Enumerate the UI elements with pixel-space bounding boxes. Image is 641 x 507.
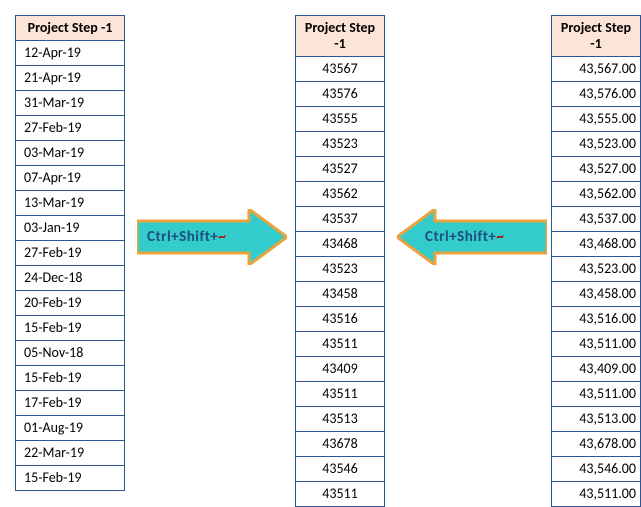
shortcut-label-right: Ctrl+Shift+~ <box>137 209 287 265</box>
table-row: 20-Feb-19 <box>16 291 125 316</box>
shortcut-text: Ctrl+Shift+ <box>147 228 218 246</box>
table-row: 43537 <box>296 207 385 232</box>
table-row: 43516 <box>296 307 385 332</box>
table-row: 43,511.00 <box>552 382 641 407</box>
header-formatted: Project Step -1 <box>552 16 641 57</box>
table-row: 31-Mar-19 <box>16 91 125 116</box>
table-row: 43511 <box>296 382 385 407</box>
table-row: 43,546.00 <box>552 457 641 482</box>
column-dates: Project Step -1 12-Apr-19 21-Apr-19 31-M… <box>15 15 125 491</box>
table-row: 43546 <box>296 457 385 482</box>
table-row: 12-Apr-19 <box>16 41 125 66</box>
table-row: 07-Apr-19 <box>16 166 125 191</box>
table-row: 24-Dec-18 <box>16 266 125 291</box>
table-row: 27-Feb-19 <box>16 116 125 141</box>
table-row: 43,511.00 <box>552 482 641 507</box>
table-row: 43523 <box>296 257 385 282</box>
table-row: 43555 <box>296 107 385 132</box>
table-row: 01-Aug-19 <box>16 416 125 441</box>
table-row: 43,523.00 <box>552 132 641 157</box>
table-row: 43,555.00 <box>552 107 641 132</box>
tilde-icon: ~ <box>496 228 504 246</box>
table-row: 03-Jan-19 <box>16 216 125 241</box>
table-formatted: Project Step -1 43,567.00 43,576.00 43,5… <box>551 15 641 507</box>
shortcut-text: Ctrl+Shift+ <box>425 228 496 246</box>
table-row: 43458 <box>296 282 385 307</box>
table-row: 43678 <box>296 432 385 457</box>
table-row: 43,576.00 <box>552 82 641 107</box>
table-row: 43,562.00 <box>552 182 641 207</box>
table-row: 15-Feb-19 <box>16 316 125 341</box>
table-row: 43,567.00 <box>552 57 641 82</box>
table-row: 43,537.00 <box>552 207 641 232</box>
table-row: 43576 <box>296 82 385 107</box>
table-row: 43,523.00 <box>552 257 641 282</box>
table-row: 43,458.00 <box>552 282 641 307</box>
table-row: 43523 <box>296 132 385 157</box>
table-row: 43511 <box>296 482 385 507</box>
table-dates: Project Step -1 12-Apr-19 21-Apr-19 31-M… <box>15 15 125 491</box>
table-row: 43513 <box>296 407 385 432</box>
header-dates: Project Step -1 <box>16 16 125 41</box>
column-formatted: Project Step -1 43,567.00 43,576.00 43,5… <box>551 15 641 507</box>
table-row: 43468 <box>296 232 385 257</box>
table-row: 22-Mar-19 <box>16 441 125 466</box>
header-serials: Project Step -1 <box>296 16 385 57</box>
table-row: 43,516.00 <box>552 307 641 332</box>
table-row: 43562 <box>296 182 385 207</box>
table-row: 43409 <box>296 357 385 382</box>
table-row: 43511 <box>296 332 385 357</box>
table-row: 43567 <box>296 57 385 82</box>
table-row: 15-Feb-19 <box>16 366 125 391</box>
table-row: 27-Feb-19 <box>16 241 125 266</box>
table-row: 17-Feb-19 <box>16 391 125 416</box>
tilde-icon: ~ <box>218 228 226 246</box>
table-row: 43,527.00 <box>552 157 641 182</box>
table-row: 43,511.00 <box>552 332 641 357</box>
table-row: 03-Mar-19 <box>16 141 125 166</box>
table-row: 43527 <box>296 157 385 182</box>
table-row: 43,468.00 <box>552 232 641 257</box>
table-row: 15-Feb-19 <box>16 466 125 491</box>
table-row: 43,513.00 <box>552 407 641 432</box>
table-serials: Project Step -1 43567 43576 43555 43523 … <box>295 15 385 507</box>
table-row: 13-Mar-19 <box>16 191 125 216</box>
table-row: 43,678.00 <box>552 432 641 457</box>
column-serials: Project Step -1 43567 43576 43555 43523 … <box>295 15 385 507</box>
shortcut-label-left: Ctrl+Shift+~ <box>397 209 547 265</box>
table-row: 05-Nov-18 <box>16 341 125 366</box>
arrow-right-icon: Ctrl+Shift+~ <box>137 209 287 265</box>
diagram-stage: Project Step -1 12-Apr-19 21-Apr-19 31-M… <box>15 15 626 485</box>
arrow-left-icon: Ctrl+Shift+~ <box>397 209 547 265</box>
table-row: 21-Apr-19 <box>16 66 125 91</box>
table-row: 43,409.00 <box>552 357 641 382</box>
